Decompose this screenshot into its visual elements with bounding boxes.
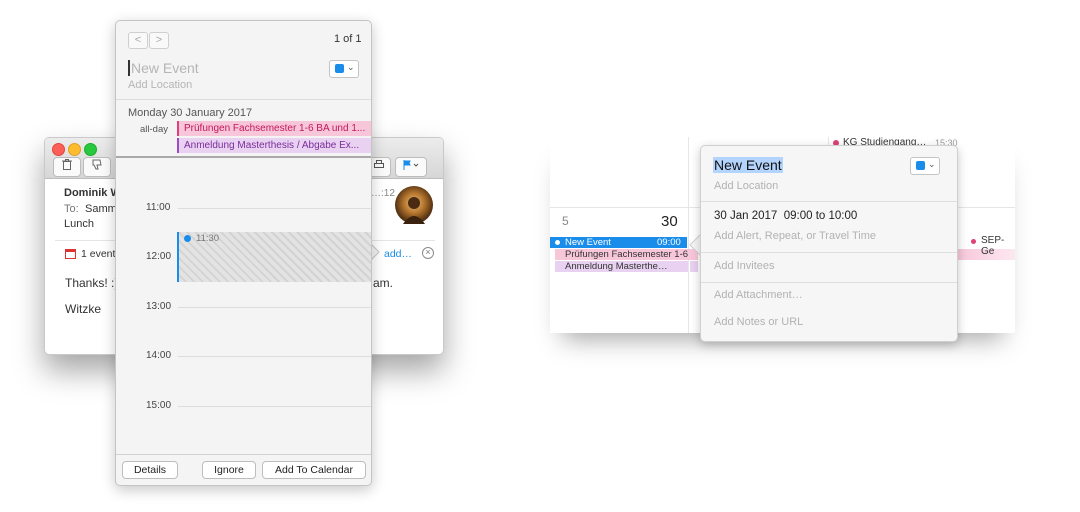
event-editor-popover: New Event ⌄ Add Location 30 Jan 2017 09:… xyxy=(700,145,958,342)
hour-label: 13:00 xyxy=(146,301,172,312)
to-word: to xyxy=(815,210,826,222)
trash-icon xyxy=(62,159,72,170)
invitees-field[interactable]: Add Invitees xyxy=(714,260,775,272)
calendar-icon xyxy=(65,248,76,262)
flag-icon xyxy=(403,160,419,170)
new-event-chip-label: New Event xyxy=(565,237,611,248)
printer-icon xyxy=(374,160,384,168)
zoom-window-button[interactable] xyxy=(84,143,97,156)
previous-button[interactable]: < xyxy=(128,32,148,49)
new-event-chip-time: 09:00 xyxy=(657,237,681,248)
event-dot xyxy=(184,235,191,242)
calendar-event-purple[interactable]: Anmeldung Masterthe… xyxy=(555,261,688,272)
event-dot xyxy=(555,240,560,245)
proposed-event-block[interactable]: 11:30 xyxy=(177,232,371,282)
to-label: To: xyxy=(64,203,79,215)
calendar-color-swatch xyxy=(335,64,344,73)
alert-repeat-travel-field[interactable]: Add Alert, Repeat, or Travel Time xyxy=(714,230,876,242)
hour-label: 15:00 xyxy=(146,400,172,411)
minimize-window-button[interactable] xyxy=(68,143,81,156)
junk-button[interactable] xyxy=(83,157,111,177)
allday-divider xyxy=(116,156,371,158)
calendar-color-select[interactable]: ⌄ xyxy=(910,157,940,175)
sender-avatar xyxy=(395,186,433,224)
all-day-label: all-day xyxy=(140,124,168,135)
event-title-field[interactable]: New Event xyxy=(713,157,783,173)
sender-name: Dominik W xyxy=(64,187,121,199)
add-event-link[interactable]: add… xyxy=(384,248,412,260)
event-title-input[interactable]: New Event xyxy=(131,60,199,76)
flag-menu-button[interactable] xyxy=(395,157,427,177)
calendar-popover: < > 1 of 1 New Event Add Location ⌄ Mond… xyxy=(115,20,372,486)
side-event-label[interactable]: SEP-Ge xyxy=(981,235,1015,257)
body-line-1-tail: am. xyxy=(373,276,394,290)
notes-url-field[interactable]: Add Notes or URL xyxy=(714,316,803,328)
day-number-current: 30 xyxy=(661,213,678,230)
attachment-field[interactable]: Add Attachment… xyxy=(714,289,803,301)
footer-divider xyxy=(116,454,371,455)
hour-label: 14:00 xyxy=(146,350,172,361)
proposed-time: 11:30 xyxy=(196,233,220,244)
location-input[interactable]: Add Location xyxy=(128,79,192,91)
calendar-color-swatch xyxy=(916,161,925,170)
hour-label: 12:00 xyxy=(146,251,172,262)
event-end-time[interactable]: 10:00 xyxy=(828,210,857,222)
next-button[interactable]: > xyxy=(149,32,169,49)
ignore-button[interactable]: Ignore xyxy=(202,461,256,479)
chevron-down-icon: ⌄ xyxy=(347,62,355,72)
location-input[interactable]: Add Location xyxy=(714,180,778,192)
divider xyxy=(701,282,957,283)
chevron-down-icon: ⌄ xyxy=(928,159,936,169)
pager-count: 1 of 1 xyxy=(334,33,362,45)
subject: Lunch xyxy=(64,218,94,230)
details-button[interactable]: Details xyxy=(122,461,178,479)
mail-time: …:12 xyxy=(371,188,395,199)
day-number-prev: 5 xyxy=(562,214,569,228)
date-time-row[interactable]: 30 Jan 2017 09:00 to 10:00 xyxy=(714,210,857,222)
allday-event-2[interactable]: Anmeldung Masterthesis / Abgabe Ex... xyxy=(177,138,371,153)
event-start-time[interactable]: 09:00 xyxy=(784,210,813,222)
divider xyxy=(116,99,371,100)
event-date[interactable]: 30 Jan 2017 xyxy=(714,210,777,222)
event-dot xyxy=(971,239,976,244)
calendar-event-pink[interactable]: Prüfungen Fachsemester 1-6 xyxy=(555,249,698,260)
calendar-color-select[interactable]: ⌄ xyxy=(329,60,359,78)
new-event-chip[interactable]: New Event 09:00 xyxy=(550,237,687,248)
hour-label: 11:00 xyxy=(146,202,171,213)
body-line-1: Thanks! :) xyxy=(65,276,119,290)
thumbs-down-icon xyxy=(92,159,102,170)
divider xyxy=(701,201,957,202)
add-to-calendar-button[interactable]: Add To Calendar xyxy=(262,461,366,479)
allday-event-1[interactable]: Prüfungen Fachsemester 1-6 BA und 1... xyxy=(177,121,371,136)
body-line-2: Witzke xyxy=(65,302,101,316)
avatar-image xyxy=(403,197,425,224)
event-banner-text: 1 event xyxy=(81,248,116,260)
text-cursor xyxy=(128,60,130,76)
dismiss-banner-icon[interactable]: × xyxy=(422,247,434,259)
event-continuation xyxy=(690,261,698,272)
delete-button[interactable] xyxy=(53,157,81,177)
close-window-button[interactable] xyxy=(52,143,65,156)
divider xyxy=(701,252,957,253)
date-heading: Monday 30 January 2017 xyxy=(128,107,253,119)
